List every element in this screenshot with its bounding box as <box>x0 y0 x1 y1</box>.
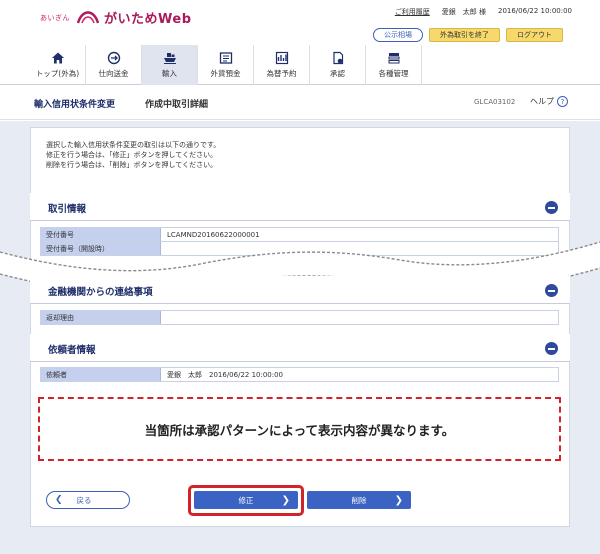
section-requester-info: 依頼者情報 <box>30 334 570 362</box>
login-datetime: 2016/06/22 10:00:00 <box>497 7 572 15</box>
nav-label: 承認 <box>330 69 345 78</box>
delete-button[interactable]: 削除 ❯ <box>307 491 411 509</box>
table-row: 依頼者 愛銀 太郎 2016/06/22 10:00:00 <box>40 367 559 382</box>
header-buttons: 公示相場 外為取引を終了 ログアウト <box>373 28 563 42</box>
logo-mark-icon <box>76 10 100 23</box>
exchange-rates-button[interactable]: 公示相場 <box>373 28 423 42</box>
bank-logo[interactable]: あいぎん がいためWeb <box>40 8 192 27</box>
intro-line: 修正を行う場合は、「修正」ボタンを押してください。 <box>46 151 218 159</box>
approval-icon <box>332 51 343 65</box>
delete-label: 削除 <box>351 495 367 505</box>
nav-item-top[interactable]: トップ(外為) <box>30 45 86 85</box>
main-panel <box>30 127 570 527</box>
back-label: 戻る <box>76 495 92 505</box>
nav-item-fx-deposit[interactable]: 外貨預金 <box>198 45 254 85</box>
management-icon <box>388 53 399 64</box>
contract-icon <box>275 51 288 65</box>
intro-text: 選択した輸入信用状条件変更の取引は以下の通りです。 修正を行う場合は、「修正」ボ… <box>46 140 220 170</box>
section-bank-notice: 金融機関からの連絡事項 <box>30 276 570 304</box>
nav-label: 外貨預金 <box>210 69 241 78</box>
nav-label: 為替予約 <box>266 69 297 78</box>
back-button[interactable]: ❮ 戻る <box>46 491 130 509</box>
approval-pattern-notice: 当箇所は承認パターンによって表示内容が異なります。 <box>38 397 561 461</box>
section-title: 取引情報 <box>48 204 87 215</box>
section-transaction-info: 取引情報 <box>30 193 570 221</box>
user-name: 愛銀 太郎 様 <box>441 8 486 16</box>
chevron-right-icon: ❯ <box>394 494 403 506</box>
nav-item-approval[interactable]: 承認 <box>310 45 366 85</box>
section-title: 金融機関からの連絡事項 <box>48 287 153 298</box>
section-title: 依頼者情報 <box>48 345 96 356</box>
nav-label: 輸入 <box>162 69 177 78</box>
nav-item-remittance[interactable]: 仕向送金 <box>86 45 142 85</box>
nav-label: トップ(外為) <box>35 69 80 78</box>
help-icon: ? <box>557 96 568 107</box>
nav-item-management[interactable]: 各種管理 <box>366 45 422 85</box>
row-value: 愛銀 太郎 2016/06/22 10:00:00 <box>161 368 558 381</box>
page-title: 輸入信用状条件変更 <box>34 100 116 110</box>
intro-line: 削除を行う場合は、「削除」ボタンを押してください。 <box>46 161 218 169</box>
nav-item-fx-contract[interactable]: 為替予約 <box>254 45 310 85</box>
page-title-bar: 輸入信用状条件変更 作成中取引詳細 GLCA03102 ヘルプ ? <box>0 86 600 120</box>
collapse-icon[interactable] <box>545 284 558 297</box>
collapse-icon[interactable] <box>545 201 558 214</box>
app-name: がいためWeb <box>104 12 192 27</box>
table-row: 返却理由 <box>40 310 559 325</box>
ship-icon <box>163 53 176 64</box>
row-label: 返却理由 <box>41 311 161 324</box>
collapse-icon[interactable] <box>545 342 558 355</box>
nav-label: 各種管理 <box>378 69 409 78</box>
bank-name: あいぎん <box>40 13 70 22</box>
usage-history-link[interactable]: ご利用履歴 <box>395 7 430 17</box>
nav-label: 仕向送金 <box>98 69 129 78</box>
intro-line: 選択した輸入信用状条件変更の取引は以下の通りです。 <box>46 141 221 149</box>
global-nav: トップ(外為) 仕向送金 輸入 外貨預金 為替予約 承認 各種管理 <box>0 45 600 85</box>
home-icon <box>51 52 64 64</box>
screen-id: GLCA03102 <box>474 98 516 106</box>
remittance-icon <box>107 51 120 65</box>
chevron-left-icon: ❮ <box>55 495 63 505</box>
help-link[interactable]: ヘルプ ? <box>530 96 568 107</box>
row-label: 依頼者 <box>41 368 161 381</box>
help-label: ヘルプ <box>530 97 554 106</box>
edit-button[interactable]: 修正 ❯ <box>194 491 298 509</box>
row-value <box>161 311 558 324</box>
page-subtitle: 作成中取引詳細 <box>145 100 209 110</box>
edit-label: 修正 <box>238 495 254 505</box>
deposit-icon <box>219 52 232 64</box>
user-info: ご利用履歴 愛銀 太郎 様 2016/06/22 10:00:00 <box>395 7 572 17</box>
end-fx-button[interactable]: 外為取引を終了 <box>429 28 500 42</box>
nav-item-import[interactable]: 輸入 <box>142 45 198 85</box>
logout-button[interactable]: ログアウト <box>506 28 563 42</box>
chevron-right-icon: ❯ <box>281 494 290 506</box>
header: あいぎん がいためWeb ご利用履歴 愛銀 太郎 様 2016/06/22 10… <box>0 0 600 45</box>
